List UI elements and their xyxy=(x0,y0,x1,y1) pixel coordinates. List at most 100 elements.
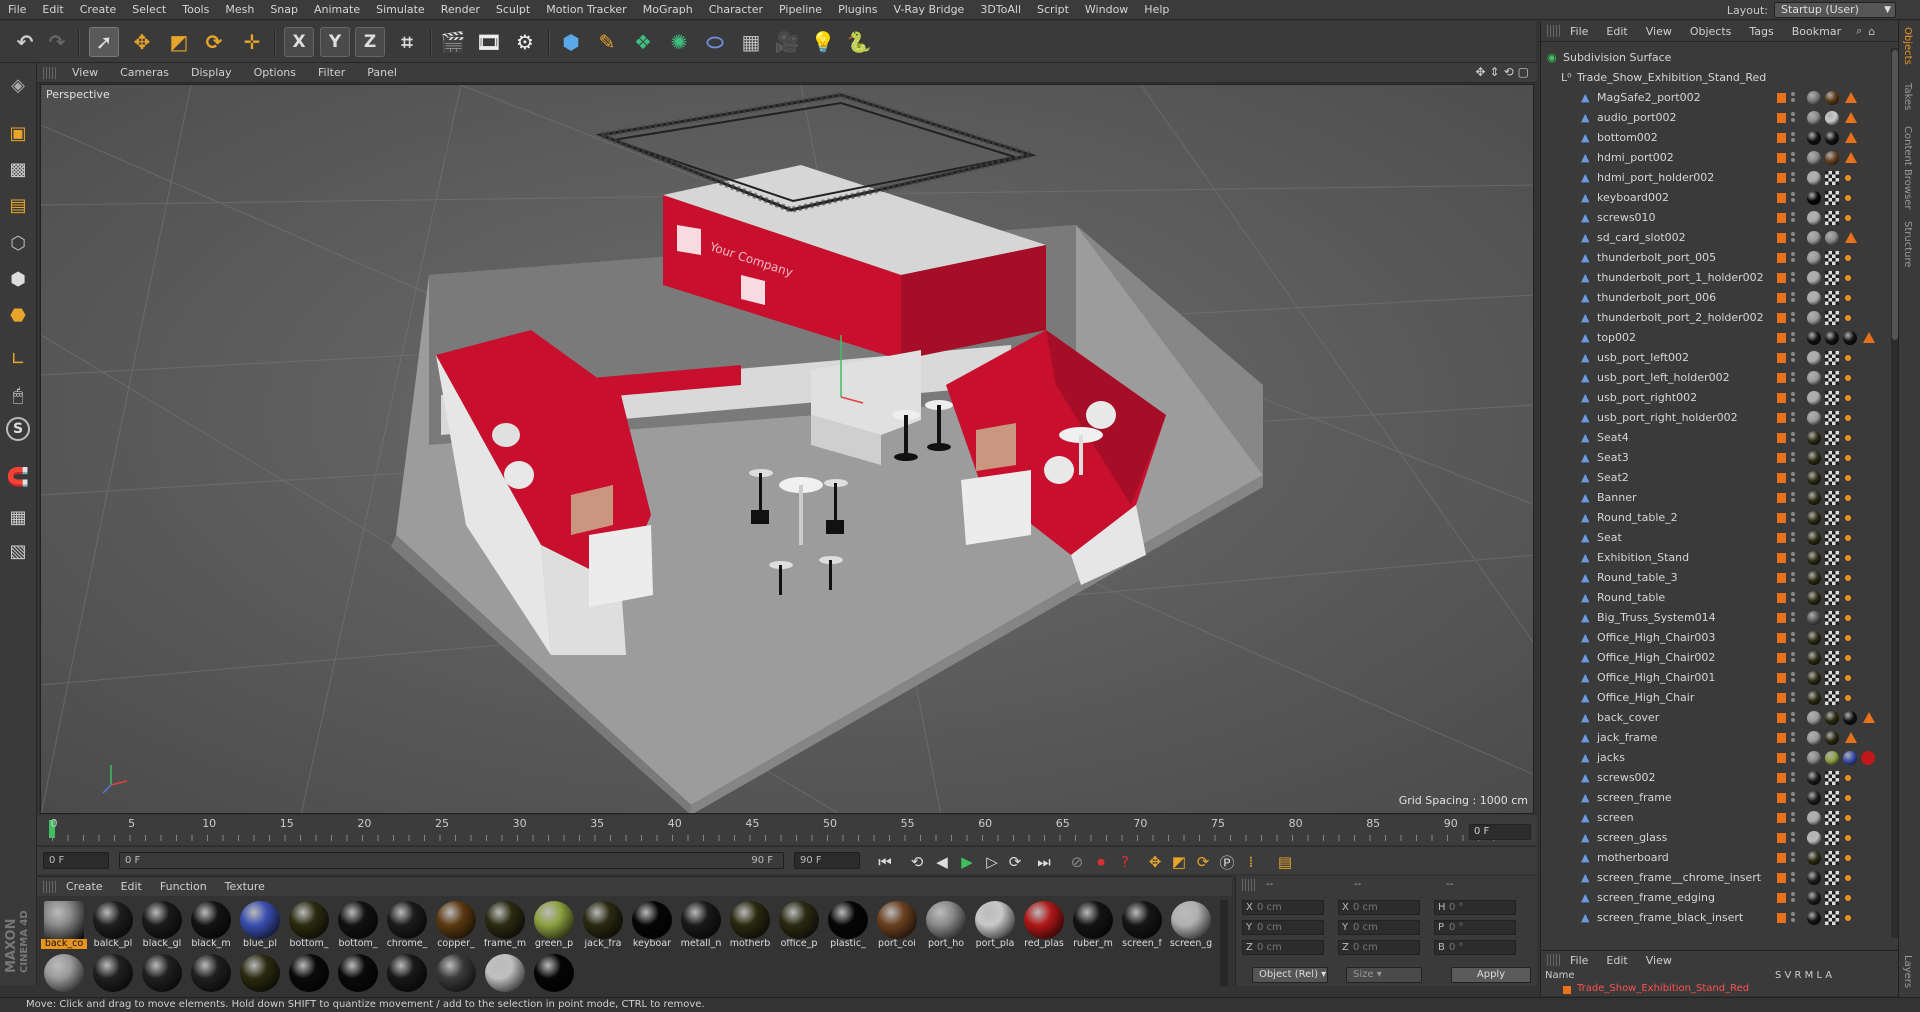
menu-mograph[interactable]: MoGraph xyxy=(635,0,701,20)
layer-row[interactable]: Trade_Show_Exhibition_Stand_Red xyxy=(1541,983,1891,997)
material-tag[interactable] xyxy=(1807,391,1821,405)
workplane-grid-icon[interactable]: ▧ xyxy=(4,537,32,565)
layer-color-tag[interactable] xyxy=(1777,113,1786,123)
uvw-tag-icon[interactable] xyxy=(1825,511,1839,525)
key-position-icon[interactable]: ✥ xyxy=(1143,851,1167,873)
menu-help[interactable]: Help xyxy=(1136,0,1177,20)
warning-tag-icon[interactable] xyxy=(1863,712,1875,723)
object-tree-row[interactable]: ▲ Round_table_3 xyxy=(1541,568,1891,588)
material-tag[interactable] xyxy=(1807,711,1821,725)
maximize-icon[interactable]: ▢ xyxy=(1518,65,1529,79)
material-swatch[interactable] xyxy=(335,952,381,997)
visibility-toggle[interactable] xyxy=(1791,352,1797,364)
material-swatch[interactable]: copper_ xyxy=(433,899,479,949)
camera-icon[interactable]: 🎥 xyxy=(772,27,802,57)
phong-tag-icon[interactable] xyxy=(1845,815,1851,821)
layer-color-tag[interactable] xyxy=(1777,813,1786,823)
phong-tag-icon[interactable] xyxy=(1845,215,1851,221)
object-tree-row[interactable]: ▲ Big_Truss_System014 xyxy=(1541,608,1891,628)
make-editable-icon[interactable]: ◈ xyxy=(4,71,32,99)
visibility-toggle[interactable] xyxy=(1791,392,1797,404)
material-tag[interactable] xyxy=(1807,571,1821,585)
polygons-mode-icon[interactable]: ⬣ xyxy=(4,301,32,329)
material-tag[interactable] xyxy=(1807,871,1821,885)
snap-toggle-button[interactable]: S xyxy=(6,417,30,441)
material-tag[interactable] xyxy=(1807,791,1821,805)
visibility-toggle[interactable] xyxy=(1791,692,1797,704)
object-tree-row[interactable]: ▲ Round_table_2 xyxy=(1541,508,1891,528)
menu-plugins[interactable]: Plugins xyxy=(830,0,885,20)
tab-takes[interactable]: Takes xyxy=(1902,83,1913,110)
visibility-toggle[interactable] xyxy=(1791,852,1797,864)
material-tag[interactable] xyxy=(1807,211,1821,225)
orbit-icon[interactable]: ⟲ xyxy=(1504,65,1514,79)
object-tree-row[interactable]: ▲ bottom002 xyxy=(1541,128,1891,148)
phong-tag-icon[interactable] xyxy=(1845,615,1851,621)
layer-color-tag[interactable] xyxy=(1777,873,1786,883)
menu-window[interactable]: Window xyxy=(1077,0,1136,20)
object-tree-row[interactable]: ▲ jacks xyxy=(1541,748,1891,768)
material-swatch[interactable] xyxy=(139,952,185,997)
material-swatch[interactable]: plastic_ xyxy=(825,899,871,949)
om-menu-bookmarks[interactable]: Bookmar xyxy=(1783,25,1850,38)
uvw-tag-icon[interactable] xyxy=(1825,911,1839,925)
layer-menu-edit[interactable]: Edit xyxy=(1597,954,1636,967)
material-swatch[interactable] xyxy=(286,952,332,997)
visibility-toggle[interactable] xyxy=(1791,872,1797,884)
key-parameter-icon[interactable]: Ⓟ xyxy=(1215,851,1239,873)
object-tree-row[interactable]: ▲ back_cover xyxy=(1541,708,1891,728)
uvw-tag-icon[interactable] xyxy=(1825,531,1839,545)
object-tree-row[interactable]: ▲ usb_port_left002 xyxy=(1541,348,1891,368)
uvw-tag-icon[interactable] xyxy=(1825,371,1839,385)
end-frame-field[interactable]: 90 F xyxy=(794,852,860,869)
om-menu-file[interactable]: File xyxy=(1561,25,1597,38)
object-tree-row[interactable]: ▲ screen xyxy=(1541,808,1891,828)
layer-color-tag[interactable] xyxy=(1777,413,1786,423)
layer-color-tag[interactable] xyxy=(1777,453,1786,463)
material-swatch[interactable]: green_p xyxy=(531,899,577,949)
visibility-toggle[interactable] xyxy=(1791,832,1797,844)
visibility-toggle[interactable] xyxy=(1791,172,1797,184)
material-swatch[interactable] xyxy=(237,952,283,997)
layer-color-tag[interactable] xyxy=(1777,313,1786,323)
material-swatch[interactable]: back_co xyxy=(41,899,87,949)
menu-motion-tracker[interactable]: Motion Tracker xyxy=(538,0,634,20)
material-swatch[interactable]: ruber_m xyxy=(1070,899,1116,949)
material-tag[interactable] xyxy=(1807,311,1821,325)
phong-tag-icon[interactable] xyxy=(1845,475,1851,481)
phong-tag-icon[interactable] xyxy=(1845,535,1851,541)
layer-color-tag[interactable] xyxy=(1777,773,1786,783)
uvw-tag-icon[interactable] xyxy=(1825,411,1839,425)
object-tree-row[interactable]: ▲ usb_port_left_holder002 xyxy=(1541,368,1891,388)
visibility-toggle[interactable] xyxy=(1791,652,1797,664)
layer-color-tag[interactable] xyxy=(1777,533,1786,543)
material-tag[interactable] xyxy=(1825,131,1839,145)
phong-tag-icon[interactable] xyxy=(1845,595,1851,601)
visibility-toggle[interactable] xyxy=(1791,512,1797,524)
visibility-toggle[interactable] xyxy=(1791,452,1797,464)
visibility-toggle[interactable] xyxy=(1791,292,1797,304)
mograph-cloner-icon[interactable]: ✺ xyxy=(664,27,694,57)
uvw-tag-icon[interactable] xyxy=(1825,571,1839,585)
menu-vray-bridge[interactable]: V-Ray Bridge xyxy=(885,0,972,20)
tweak-mode-icon[interactable]: 🖱 xyxy=(4,381,32,409)
visibility-toggle[interactable] xyxy=(1791,492,1797,504)
layer-color-tag[interactable] xyxy=(1777,693,1786,703)
material-swatch[interactable]: keyboar xyxy=(629,899,675,949)
warning-tag-icon[interactable] xyxy=(1845,132,1857,143)
object-tree-row[interactable]: ▲ thunderbolt_port_2_holder002 xyxy=(1541,308,1891,328)
material-tag[interactable] xyxy=(1807,851,1821,865)
material-swatch[interactable] xyxy=(531,952,577,997)
material-tag[interactable] xyxy=(1825,91,1839,105)
workplane-mode-icon[interactable]: ▤ xyxy=(4,191,32,219)
warning-tag-icon[interactable] xyxy=(1845,92,1857,103)
model-mode-icon[interactable]: ▣ xyxy=(4,119,32,147)
layer-color-tag[interactable] xyxy=(1777,133,1786,143)
visibility-toggle[interactable] xyxy=(1791,312,1797,324)
uvw-tag-icon[interactable] xyxy=(1825,251,1839,265)
material-swatch[interactable]: port_coi xyxy=(874,899,920,949)
visibility-toggle[interactable] xyxy=(1791,432,1797,444)
material-tag[interactable] xyxy=(1807,251,1821,265)
layer-color-tag[interactable] xyxy=(1777,473,1786,483)
material-tag[interactable] xyxy=(1825,751,1839,765)
